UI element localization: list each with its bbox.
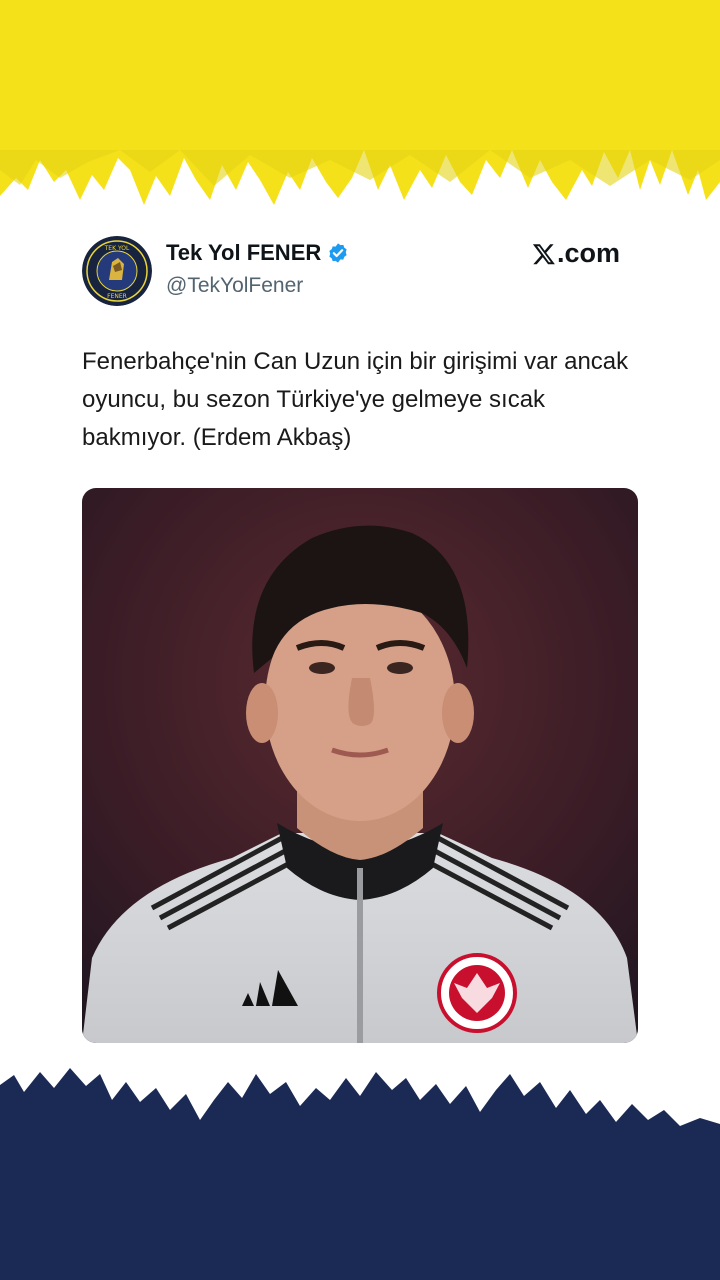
verified-badge-icon xyxy=(329,243,347,263)
team-logo-icon: TEK YOL FENER xyxy=(82,236,152,306)
x-brand-link[interactable]: .com xyxy=(532,238,620,269)
top-torn-banner xyxy=(0,0,720,205)
x-brand-text: .com xyxy=(557,238,621,268)
bottom-torn-banner-shape xyxy=(0,1068,720,1280)
svg-text:FENER: FENER xyxy=(107,293,127,300)
svg-text:TEK YOL: TEK YOL xyxy=(104,245,130,252)
avatar[interactable]: TEK YOL FENER xyxy=(82,236,152,306)
player-portrait-image xyxy=(82,488,638,1043)
handle[interactable]: @TekYolFener xyxy=(166,274,303,298)
display-name[interactable]: Tek Yol FENER xyxy=(166,240,321,266)
tweet-text: Fenerbahçe'nin Can Uzun için bir girişim… xyxy=(82,348,629,451)
tweet-photo[interactable] xyxy=(82,488,638,1043)
x-logo-icon xyxy=(532,243,555,264)
author-name-row[interactable]: Tek Yol FENER xyxy=(166,240,349,266)
